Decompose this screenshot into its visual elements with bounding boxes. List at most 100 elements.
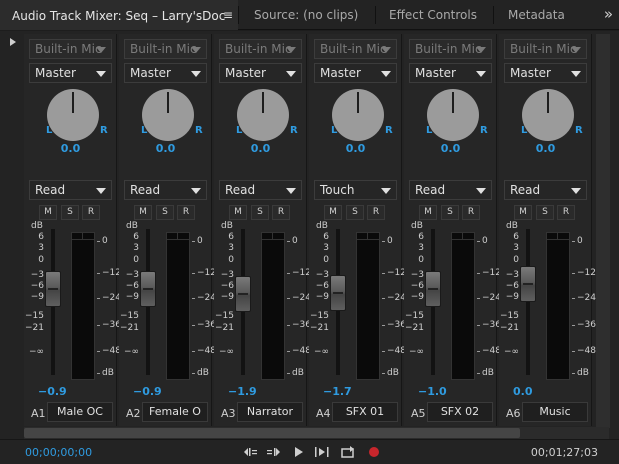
output-select[interactable]: Master xyxy=(29,63,112,83)
meter-peak-indicator xyxy=(71,232,95,240)
fader-scale-label: −3 xyxy=(220,270,234,280)
horizontal-scrollbar[interactable] xyxy=(24,427,609,439)
volume-value[interactable]: −0.9 xyxy=(133,385,162,398)
record-enable-button[interactable]: R xyxy=(462,205,480,220)
automation-mode-select[interactable]: Read xyxy=(124,180,207,200)
fader-scale-label: 0 xyxy=(323,255,329,265)
mute-button[interactable]: M xyxy=(324,205,342,220)
tab-metadata[interactable]: Metadata xyxy=(508,0,565,30)
go-to-in-point-icon[interactable] xyxy=(242,444,258,460)
pan-value[interactable]: 0.0 xyxy=(119,142,212,155)
pan-value[interactable]: 0.0 xyxy=(404,142,497,155)
mute-button[interactable]: M xyxy=(229,205,247,220)
input-select[interactable]: Built-in Mic xyxy=(219,39,302,59)
output-select[interactable]: Master xyxy=(219,63,302,83)
input-select-label: Built-in Mic xyxy=(415,42,482,56)
vertical-scrollbar[interactable] xyxy=(596,34,610,428)
track-name-field[interactable]: SFX 01 xyxy=(332,402,398,422)
record-enable-button[interactable]: R xyxy=(82,205,100,220)
solo-button[interactable]: S xyxy=(251,205,269,220)
current-timecode[interactable]: 00;00;00;00 xyxy=(25,446,92,459)
volume-value[interactable]: −1.7 xyxy=(323,385,352,398)
fader-scale-label: −3 xyxy=(315,270,329,280)
solo-button[interactable]: S xyxy=(441,205,459,220)
horizontal-scrollbar-thumb[interactable] xyxy=(24,428,520,438)
volume-value[interactable]: −1.9 xyxy=(228,385,257,398)
track-name-field[interactable]: Music xyxy=(522,402,588,422)
panel-menu-icon[interactable]: ≡ xyxy=(223,0,233,30)
record-enable-button[interactable]: R xyxy=(177,205,195,220)
meter-scale-label: 0 xyxy=(292,236,298,246)
record-icon[interactable] xyxy=(366,444,382,460)
track-name-field[interactable]: Female O xyxy=(142,402,208,422)
db-scale-header: dB xyxy=(316,221,328,231)
chevron-down-icon xyxy=(96,71,106,77)
volume-fader[interactable] xyxy=(425,271,441,307)
solo-button[interactable]: S xyxy=(156,205,174,220)
mute-button[interactable]: M xyxy=(419,205,437,220)
output-select[interactable]: Master xyxy=(409,63,492,83)
volume-fader[interactable] xyxy=(45,271,61,307)
output-select[interactable]: Master xyxy=(504,63,587,83)
loop-icon[interactable] xyxy=(340,444,356,460)
input-select[interactable]: Built-in Mic xyxy=(124,39,207,59)
fader-scale-label: −6 xyxy=(410,281,424,291)
pan-knob[interactable] xyxy=(427,89,479,141)
input-select[interactable]: Built-in Mic xyxy=(409,39,492,59)
pan-knob[interactable] xyxy=(522,89,574,141)
pan-knob[interactable] xyxy=(142,89,194,141)
fader-scale-label: −6 xyxy=(30,281,44,291)
record-enable-button[interactable]: R xyxy=(272,205,290,220)
mute-button[interactable]: M xyxy=(134,205,152,220)
volume-fader[interactable] xyxy=(235,276,251,312)
mute-button[interactable]: M xyxy=(39,205,57,220)
meter-channel-divider xyxy=(272,232,273,240)
volume-fader[interactable] xyxy=(330,275,346,311)
pan-knob[interactable] xyxy=(237,89,289,141)
solo-button[interactable]: S xyxy=(346,205,364,220)
meter-scale-tick xyxy=(572,351,575,352)
automation-mode-select[interactable]: Touch xyxy=(314,180,397,200)
input-select[interactable]: Built-in Mic xyxy=(314,39,397,59)
play-in-to-out-icon[interactable] xyxy=(314,444,330,460)
input-select[interactable]: Built-in Mic xyxy=(504,39,587,59)
pan-value[interactable]: 0.0 xyxy=(214,142,307,155)
track-name-field[interactable]: Male OC xyxy=(47,402,113,422)
volume-fader[interactable] xyxy=(140,271,156,307)
pan-value[interactable]: 0.0 xyxy=(499,142,592,155)
expand-effects-triangle-icon[interactable] xyxy=(10,38,16,46)
record-enable-button[interactable]: R xyxy=(557,205,575,220)
track-name-field[interactable]: SFX 02 xyxy=(427,402,493,422)
volume-fader[interactable] xyxy=(520,266,536,302)
fader-scale-label: −6 xyxy=(315,281,329,291)
pan-value[interactable]: 0.0 xyxy=(309,142,402,155)
tab-effect-controls[interactable]: Effect Controls xyxy=(389,0,477,30)
solo-button[interactable]: S xyxy=(536,205,554,220)
pan-knob[interactable] xyxy=(47,89,99,141)
automation-mode-select[interactable]: Read xyxy=(504,180,587,200)
volume-value[interactable]: −1.0 xyxy=(418,385,447,398)
tabs-overflow-icon[interactable]: » xyxy=(604,0,613,30)
chevron-down-icon xyxy=(286,71,296,77)
volume-value[interactable]: 0.0 xyxy=(513,385,533,398)
output-select[interactable]: Master xyxy=(314,63,397,83)
solo-button[interactable]: S xyxy=(61,205,79,220)
output-select[interactable]: Master xyxy=(124,63,207,83)
tab-source[interactable]: Source: (no clips) xyxy=(254,0,358,30)
automation-mode-select[interactable]: Read xyxy=(29,180,112,200)
track-name-field[interactable]: Narrator xyxy=(237,402,303,422)
go-to-out-point-icon[interactable] xyxy=(266,444,282,460)
mute-button[interactable]: M xyxy=(514,205,532,220)
pan-right-label: R xyxy=(195,125,203,136)
pan-knob[interactable] xyxy=(332,89,384,141)
fader-scale-label: −9 xyxy=(30,292,44,302)
play-icon[interactable] xyxy=(290,444,306,460)
volume-value[interactable]: −0.9 xyxy=(38,385,67,398)
automation-mode-select[interactable]: Read xyxy=(409,180,492,200)
automation-mode-select[interactable]: Read xyxy=(219,180,302,200)
pan-value[interactable]: 0.0 xyxy=(24,142,117,155)
record-enable-button[interactable]: R xyxy=(367,205,385,220)
meter-scale-tick xyxy=(477,298,480,299)
input-select[interactable]: Built-in Mic xyxy=(29,39,112,59)
tab-audio-track-mixer[interactable]: Audio Track Mixer: Seq – Larry'sDoc xyxy=(0,0,238,30)
